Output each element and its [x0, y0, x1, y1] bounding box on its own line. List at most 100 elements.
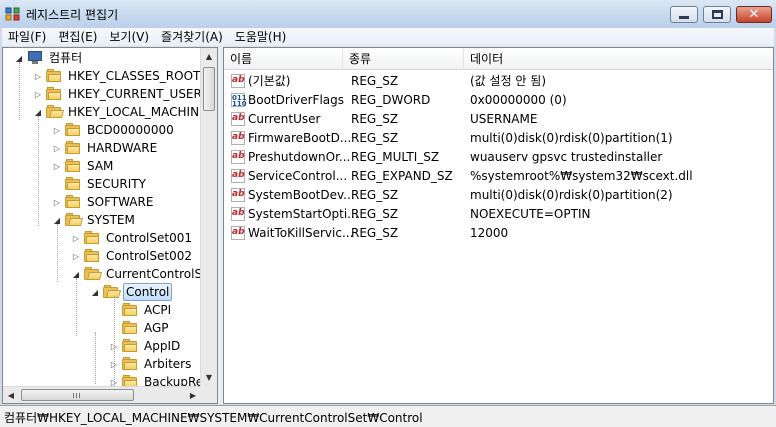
value-row[interactable]: ab WaitToKillServic... REG_SZ 12000 [224, 224, 773, 243]
scroll-left-button[interactable]: ◀ [3, 387, 19, 403]
collapse-arrow-icon[interactable]: ◢ [90, 287, 100, 297]
value-row[interactable]: ab CurrentUser REG_SZ USERNAME [224, 110, 773, 129]
scroll-right-button[interactable]: ▶ [185, 387, 201, 403]
tree-node[interactable]: ▷ ControlSet002 [71, 247, 194, 265]
close-button[interactable]: ✕ [736, 6, 772, 23]
tree-node[interactable]: ▷ Arbiters [109, 355, 193, 373]
tree-node-label: ACPI [144, 303, 172, 317]
tree-connector-line [19, 62, 20, 120]
menu-help[interactable]: 도움말(H) [229, 28, 293, 47]
menu-view[interactable]: 보기(V) [103, 28, 155, 47]
minimize-button[interactable] [670, 6, 698, 23]
tree-node[interactable]: SECURITY [52, 175, 148, 193]
tree-node-label: HKEY_CURRENT_USER [68, 87, 201, 101]
value-name: WaitToKillServic... [248, 226, 354, 240]
folder-icon [65, 159, 81, 173]
tree-node[interactable]: ▷ ControlSet001 [71, 229, 194, 247]
string-value-icon: ab [231, 169, 245, 183]
value-type: REG_SZ [351, 226, 399, 240]
tree-node-label-selected: Control [123, 283, 173, 301]
folder-icon [65, 195, 81, 209]
expand-arrow-icon[interactable]: ▷ [71, 233, 81, 243]
value-row[interactable]: ab ServiceControl... REG_EXPAND_SZ %systemr… [224, 167, 773, 186]
tree-node-label: 컴퓨터 [49, 51, 83, 65]
value-type: REG_SZ [351, 112, 399, 126]
string-value-icon: ab [231, 207, 245, 221]
value-data: wuauserv gpsvc trustedinstaller [470, 150, 663, 164]
tree-node[interactable]: ◢ HKEY_LOCAL_MACHINE [33, 103, 201, 121]
expand-arrow-icon[interactable]: ▷ [52, 143, 62, 153]
value-data: USERNAME [470, 112, 538, 126]
tree-node-label: SYSTEM [87, 213, 135, 227]
binary-value-icon: 011 110 [231, 93, 247, 108]
menu-edit[interactable]: 편집(E) [52, 28, 103, 47]
tree-node-label: BackupRes [144, 375, 201, 386]
tree-horizontal-scrollbar[interactable]: ◀ ▶ [3, 386, 201, 403]
expand-arrow-icon[interactable]: ▷ [52, 161, 62, 171]
menu-file[interactable]: 파일(F) [2, 28, 52, 47]
tree-node[interactable]: ◢ Control [90, 283, 173, 301]
folder-icon [122, 321, 138, 335]
column-name[interactable]: 이름 [224, 48, 343, 70]
folder-open-icon [103, 285, 122, 299]
tree-node-label: AppID [144, 339, 181, 353]
string-value-icon: ab [231, 188, 245, 202]
tree-node[interactable]: ◢CurrentControlSet [71, 265, 201, 283]
value-type: REG_MULTI_SZ [351, 150, 440, 164]
column-type[interactable]: 종류 [343, 48, 464, 70]
tree-node[interactable]: ▷ AppID [109, 337, 182, 355]
value-data: 0x00000000 (0) [470, 93, 567, 107]
tree-connector-line [95, 332, 96, 384]
key-tree: ◢ 컴퓨터 ▷ HKEY_CLASSES_ROOT ▷ HKEY_CURRENT_USER… [3, 48, 201, 386]
scroll-down-button[interactable]: ▼ [201, 369, 217, 386]
value-row[interactable]: ab FirmwareBootD... REG_SZ multi(0)disk(0)r… [224, 129, 773, 148]
title-bar: 레지스트리 편집기 ✕ [0, 0, 776, 28]
expand-arrow-icon[interactable]: ▷ [52, 197, 62, 207]
folder-icon [65, 141, 81, 155]
value-list-header: 이름 종류 데이터 [224, 48, 773, 70]
expand-arrow-icon[interactable]: ▷ [71, 251, 81, 261]
value-name: BootDriverFlags [248, 93, 345, 107]
menu-favorites[interactable]: 즐겨찾기(A) [155, 28, 229, 47]
tree-node[interactable]: ▷BackupRes [109, 373, 201, 386]
tree-node-label: BCD00000000 [87, 123, 174, 137]
tree-node[interactable]: ▷ HARDWARE [52, 139, 159, 157]
tree-node[interactable]: ▷ SAM [52, 157, 115, 175]
status-bar: 컴퓨터₩HKEY_LOCAL_MACHINE₩SYSTEM₩CurrentCon… [0, 405, 776, 427]
value-row[interactable]: 011 110 BootDriverFlags REG_DWORD 0x0000000… [224, 91, 773, 110]
value-row[interactable]: ab SystemBootDev... REG_SZ multi(0)disk(0)r… [224, 186, 773, 205]
value-row[interactable]: ab SystemStartOpti... REG_SZ NOEXECUTE=OPT… [224, 205, 773, 224]
column-data[interactable]: 데이터 [464, 48, 773, 70]
value-data: 12000 [470, 226, 509, 240]
value-name: PreshutdownOr... [248, 150, 351, 164]
folder-icon [84, 231, 100, 245]
tree-node[interactable]: ◢ SYSTEM [52, 211, 137, 229]
tree-node[interactable]: ▷ SOFTWARE [52, 193, 155, 211]
minimize-icon [679, 15, 689, 19]
tree-node[interactable]: ▷ HKEY_CLASSES_ROOT [33, 67, 201, 85]
value-type: REG_SZ [351, 188, 399, 202]
expand-arrow-icon[interactable]: ▷ [33, 71, 43, 81]
expand-arrow-icon[interactable]: ▷ [33, 89, 43, 99]
tree-node[interactable]: ▷ HKEY_CURRENT_USER [33, 85, 201, 103]
tree-node[interactable]: ACPI [109, 301, 173, 319]
tree-vertical-scrollbar[interactable]: ▲ ▼ [200, 48, 217, 386]
tree-vertical-scroll-thumb[interactable] [203, 67, 215, 111]
scroll-up-button[interactable]: ▲ [201, 48, 217, 65]
tree-node[interactable]: AGP [109, 319, 171, 337]
computer-icon [27, 51, 43, 65]
tree-node[interactable]: ◢ 컴퓨터 [14, 49, 84, 67]
value-data: (값 설정 안 됨) [470, 74, 547, 88]
expand-arrow-icon[interactable]: ▷ [52, 125, 62, 135]
tree-node[interactable]: ▷ BCD00000000 [52, 121, 176, 139]
value-name: SystemBootDev... [248, 188, 355, 202]
value-row[interactable]: ab (기본값) REG_SZ (값 설정 안 됨) [224, 72, 773, 91]
value-name: FirmwareBootD... [248, 131, 352, 145]
maximize-button[interactable] [703, 6, 731, 23]
tree-horizontal-scroll-thumb[interactable] [21, 389, 134, 401]
value-row[interactable]: ab PreshutdownOr... REG_MULTI_SZ wuauserv g… [224, 148, 773, 167]
value-type: REG_DWORD [351, 93, 431, 107]
folder-icon [122, 357, 138, 371]
tree-node-label: AGP [144, 321, 169, 335]
tree-node-label: ControlSet001 [106, 231, 192, 245]
